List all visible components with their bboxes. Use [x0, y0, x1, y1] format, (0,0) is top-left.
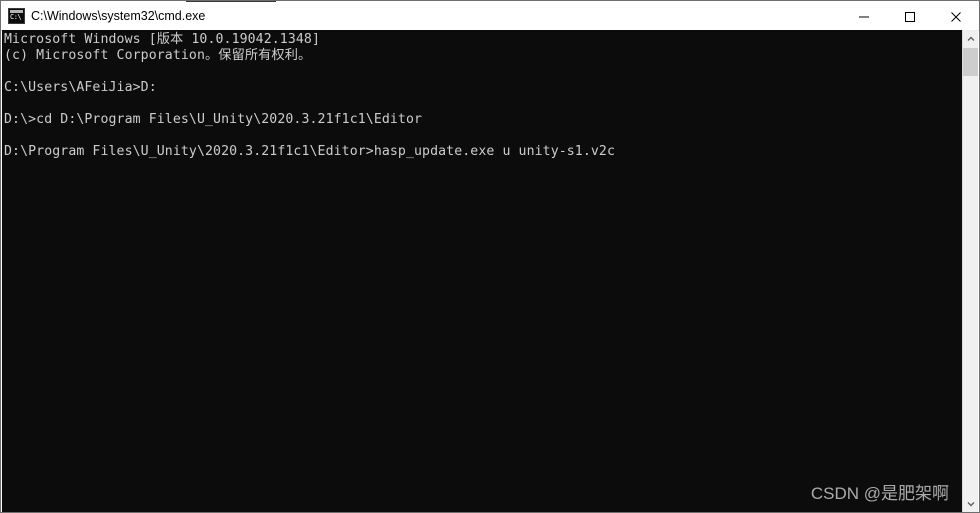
maximize-button[interactable] [887, 3, 933, 31]
minimize-button[interactable] [841, 3, 887, 31]
icon-prompt-glyph: C:\ [10, 13, 22, 21]
cmd-console-icon: C:\ [8, 8, 25, 24]
chevron-down-icon [967, 501, 974, 506]
window-titlebar[interactable]: C:\ C:\Windows\system32\cmd.exe [1, 2, 979, 31]
scrollbar-thumb[interactable] [963, 48, 978, 76]
csdn-watermark: CSDN @是肥架啊 [810, 484, 949, 503]
console-output-area[interactable]: Microsoft Windows [版本 10.0.19042.1348] (… [2, 30, 963, 512]
minimize-icon [859, 16, 869, 18]
cmd-window: C:\ C:\Windows\system32\cmd.exe Microsof… [0, 0, 980, 513]
window-title: C:\Windows\system32\cmd.exe [31, 9, 206, 23]
close-icon [951, 12, 961, 22]
console-text: Microsoft Windows [版本 10.0.19042.1348] (… [4, 32, 616, 159]
scrollbar-up-button[interactable] [963, 30, 978, 47]
maximize-icon [905, 12, 915, 22]
vertical-scrollbar[interactable] [962, 30, 978, 512]
chevron-up-icon [967, 36, 974, 41]
close-button[interactable] [933, 3, 979, 31]
scrollbar-down-button[interactable] [963, 495, 978, 512]
